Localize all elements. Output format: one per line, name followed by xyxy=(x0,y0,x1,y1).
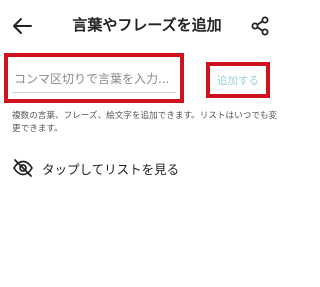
page-title: 言葉やフレーズを追加 xyxy=(72,16,222,34)
input-underline xyxy=(12,92,176,93)
add-button-container: 追加する xyxy=(206,62,270,98)
back-button[interactable] xyxy=(8,12,36,40)
share-button[interactable] xyxy=(246,12,274,40)
share-icon xyxy=(251,16,269,36)
top-bar: 言葉やフレーズを追加 xyxy=(0,0,288,50)
view-list-label: タップしてリストを見る xyxy=(42,161,180,177)
add-button[interactable]: 追加する xyxy=(217,73,259,88)
help-text: 複数の言葉、フレーズ、絵文字を追加できます。リストはいつでも変更できます。 xyxy=(12,111,278,134)
view-list-link[interactable]: タップしてリストを見る xyxy=(12,156,179,180)
eye-off-icon xyxy=(12,158,34,178)
keyword-input-container xyxy=(4,53,184,103)
keyword-input[interactable] xyxy=(14,67,174,91)
back-arrow-icon xyxy=(13,18,32,34)
